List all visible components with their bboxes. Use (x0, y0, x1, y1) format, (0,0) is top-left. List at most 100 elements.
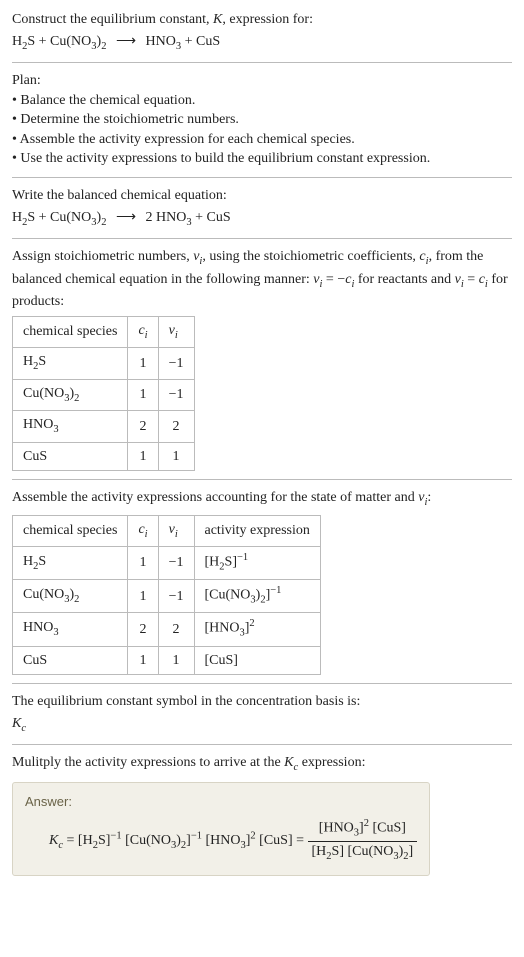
activity-table: chemical species ci νi activity expressi… (12, 515, 321, 676)
ae-sup: −1 (270, 585, 281, 596)
c-sub: i (145, 329, 148, 340)
term: S] (98, 833, 110, 848)
cell-activity: [CuS] (194, 646, 320, 675)
col-nu: νi (158, 316, 194, 347)
sp-sub: 3 (53, 424, 58, 435)
answer-label: Answer: (25, 793, 417, 811)
prompt-line1-post: , expression for: (222, 12, 313, 27)
eq-part: H (12, 34, 22, 49)
col-nu: νi (158, 515, 194, 546)
ae-sup: −1 (237, 552, 248, 563)
eq-part: S + Cu(NO (27, 210, 91, 225)
plan-bullet: • Use the activity expressions to build … (12, 149, 512, 169)
cell-nu: −1 (158, 379, 194, 410)
nu-sub: i (175, 529, 178, 540)
sp: H (23, 354, 33, 369)
sp: Cu(NO (23, 587, 64, 602)
cell-activity: [HNO3]2 (194, 613, 320, 646)
den-part: [H (312, 844, 327, 859)
sp: H (23, 554, 33, 569)
stoich-section: Assign stoichiometric numbers, νi, using… (12, 239, 512, 480)
cell-c: 1 (128, 442, 158, 471)
sp-sub: 3 (53, 627, 58, 638)
table-header-row: chemical species ci νi (13, 316, 195, 347)
stoich-intro: Assign stoichiometric numbers, νi, using… (12, 247, 512, 312)
K: K (49, 833, 58, 848)
cell-species: HNO3 (13, 411, 128, 442)
sp: HNO (23, 417, 53, 432)
text: = − (322, 272, 345, 287)
table-row: H2S 1 −1 [H2S]−1 (13, 547, 321, 580)
cell-c: 1 (128, 580, 158, 613)
plan-bullet: • Balance the chemical equation. (12, 91, 512, 111)
plan-title: Plan: (12, 71, 512, 91)
sp: S (38, 554, 46, 569)
table-row: HNO3 2 2 [HNO3]2 (13, 613, 321, 646)
balanced-equation: H2S + Cu(NO3)2 ⟶ 2 HNO3 + CuS (12, 208, 512, 230)
sp: S (38, 354, 46, 369)
cell-c: 1 (128, 646, 158, 675)
cell-c: 1 (128, 379, 158, 410)
cell-c: 1 (128, 348, 158, 379)
num-part: [CuS] (369, 821, 406, 836)
balanced-title: Write the balanced chemical equation: (12, 186, 512, 206)
den-part: S] [Cu(NO (332, 844, 394, 859)
eq-part: HNO (146, 34, 176, 49)
fraction-numerator: [HNO3]2 [CuS] (308, 817, 418, 842)
text: = (63, 833, 78, 848)
cell-activity: [Cu(NO3)2]−1 (194, 580, 320, 613)
sp: Cu(NO (23, 386, 64, 401)
table-row: CuS 1 1 (13, 442, 195, 471)
eq-part: S + Cu(NO (27, 34, 91, 49)
term: [CuS] = (256, 833, 308, 848)
prompt-section: Construct the equilibrium constant, K, e… (12, 10, 512, 63)
arrow-icon: ⟶ (116, 32, 136, 52)
c-sub: i (145, 529, 148, 540)
sp-sub: 2 (74, 594, 79, 605)
cell-species: H2S (13, 348, 128, 379)
cell-c: 1 (128, 547, 158, 580)
K: K (284, 755, 293, 770)
col-species: chemical species (13, 316, 128, 347)
cell-c: 2 (128, 411, 158, 442)
nu-sub: i (175, 329, 178, 340)
term-sup: −1 (191, 830, 202, 841)
text: : (427, 490, 431, 505)
answer-expression: Kc = [H2S]−1 [Cu(NO3)2]−1 [HNO3]2 [CuS] … (25, 817, 417, 865)
arrow-icon: ⟶ (116, 208, 136, 228)
plan-bullet: • Assemble the activity expression for e… (12, 130, 512, 150)
eq-part: 2 HNO (146, 210, 187, 225)
text: = (464, 272, 479, 287)
col-species: chemical species (13, 515, 128, 546)
eq-sub: 2 (101, 40, 106, 51)
cell-nu: 1 (158, 646, 194, 675)
table-header-row: chemical species ci νi activity expressi… (13, 515, 321, 546)
cell-c: 2 (128, 613, 158, 646)
table-row: Cu(NO3)2 1 −1 (13, 379, 195, 410)
text: Assemble the activity expressions accoun… (12, 490, 418, 505)
activity-title: Assemble the activity expressions accoun… (12, 488, 512, 510)
cell-nu: −1 (158, 547, 194, 580)
cell-nu: −1 (158, 348, 194, 379)
k-symbol: Kc (12, 714, 512, 736)
text: expression: (298, 755, 365, 770)
eq-sub: 2 (101, 216, 106, 227)
text: , using the stoichiometric coefficients, (202, 249, 419, 264)
ae: [HNO (205, 621, 240, 636)
cell-activity: [H2S]−1 (194, 547, 320, 580)
term: [H (78, 833, 93, 848)
answer-box: Answer: Kc = [H2S]−1 [Cu(NO3)2]−1 [HNO3]… (12, 782, 430, 876)
cell-nu: 1 (158, 442, 194, 471)
K: K (12, 716, 21, 731)
cell-species: HNO3 (13, 613, 128, 646)
prompt-K: K (213, 12, 222, 27)
eq-part: + CuS (181, 34, 220, 49)
final-section: Mulitply the activity expressions to arr… (12, 745, 512, 883)
cell-species: H2S (13, 547, 128, 580)
term: [Cu(NO (122, 833, 171, 848)
k-symbol-section: The equilibrium constant symbol in the c… (12, 684, 512, 745)
table-row: Cu(NO3)2 1 −1 [Cu(NO3)2]−1 (13, 580, 321, 613)
plan-bullet: • Determine the stoichiometric numbers. (12, 110, 512, 130)
table-row: H2S 1 −1 (13, 348, 195, 379)
balanced-section: Write the balanced chemical equation: H2… (12, 178, 512, 239)
